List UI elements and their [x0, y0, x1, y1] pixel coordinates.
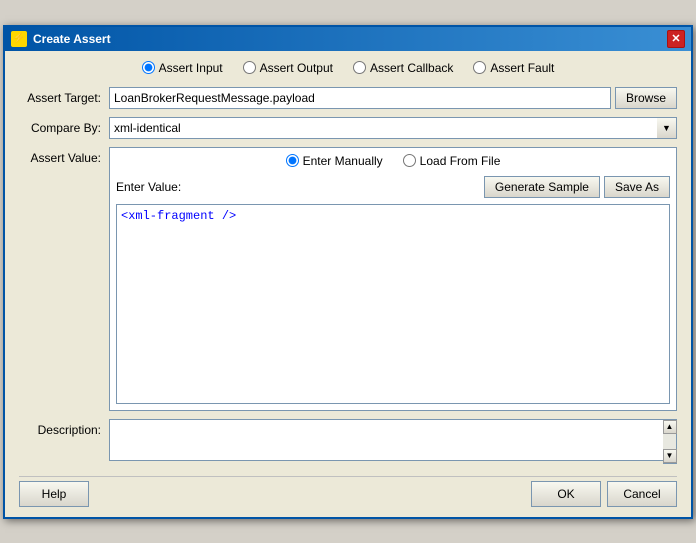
dialog-body: Assert Input Assert Output Assert Callba…	[5, 51, 691, 517]
compare-by-row: Compare By: xml-identical xml-equivalent…	[19, 117, 677, 139]
help-button[interactable]: Help	[19, 481, 89, 507]
enter-manually-label: Enter Manually	[303, 154, 383, 168]
description-section: Description: ▲ ▼	[19, 419, 677, 464]
browse-button[interactable]: Browse	[615, 87, 677, 109]
enter-value-row: Enter Value: Generate Sample Save As	[116, 176, 670, 198]
create-assert-dialog: ⚡ Create Assert ✕ Assert Input Assert Ou…	[3, 25, 693, 519]
dialog-title: Create Assert	[33, 32, 111, 46]
assert-value-label: Assert Value:	[19, 147, 109, 411]
assert-callback-radio[interactable]	[353, 61, 366, 74]
assert-output-radio[interactable]	[243, 61, 256, 74]
title-bar: ⚡ Create Assert ✕	[5, 27, 691, 51]
assert-fault-radio[interactable]	[473, 61, 486, 74]
assert-type-radios: Assert Input Assert Output Assert Callba…	[19, 61, 677, 75]
dialog-icon: ⚡	[11, 31, 27, 47]
assert-target-input[interactable]	[109, 87, 611, 109]
load-from-file-option[interactable]: Load From File	[403, 154, 501, 168]
ok-button[interactable]: OK	[531, 481, 601, 507]
close-button[interactable]: ✕	[667, 30, 685, 48]
compare-by-wrapper: xml-identical xml-equivalent contains ex…	[109, 117, 677, 139]
assert-output-option[interactable]: Assert Output	[243, 61, 333, 75]
cancel-button[interactable]: Cancel	[607, 481, 677, 507]
assert-value-source-radios: Enter Manually Load From File	[116, 154, 670, 168]
enter-value-buttons: Generate Sample Save As	[484, 176, 670, 198]
assert-fault-label: Assert Fault	[490, 61, 554, 75]
description-label: Description:	[19, 419, 109, 437]
description-scrollbar: ▲ ▼	[663, 419, 677, 464]
footer-right-buttons: OK Cancel	[531, 481, 677, 507]
assert-input-label: Assert Input	[159, 61, 223, 75]
save-as-button[interactable]: Save As	[604, 176, 670, 198]
code-editor[interactable]: <xml-fragment />	[116, 204, 670, 404]
scroll-up-icon[interactable]: ▲	[663, 420, 677, 434]
compare-by-select[interactable]: xml-identical xml-equivalent contains ex…	[109, 117, 677, 139]
footer-row: Help OK Cancel	[19, 476, 677, 507]
assert-value-section: Assert Value: Enter Manually Load From F…	[19, 147, 677, 411]
description-wrapper: ▲ ▼	[109, 419, 677, 464]
assert-output-label: Assert Output	[260, 61, 333, 75]
assert-callback-label: Assert Callback	[370, 61, 453, 75]
enter-value-label: Enter Value:	[116, 180, 181, 194]
generate-sample-button[interactable]: Generate Sample	[484, 176, 600, 198]
scroll-down-icon[interactable]: ▼	[663, 449, 677, 463]
assert-input-radio[interactable]	[142, 61, 155, 74]
load-from-file-label: Load From File	[420, 154, 501, 168]
description-input[interactable]	[109, 419, 677, 461]
assert-callback-option[interactable]: Assert Callback	[353, 61, 453, 75]
assert-fault-option[interactable]: Assert Fault	[473, 61, 554, 75]
title-bar-left: ⚡ Create Assert	[11, 31, 111, 47]
scroll-track	[663, 434, 676, 449]
xml-content: <xml-fragment />	[121, 209, 236, 223]
assert-target-row: Assert Target: Browse	[19, 87, 677, 109]
assert-target-label: Assert Target:	[19, 91, 109, 105]
assert-input-option[interactable]: Assert Input	[142, 61, 223, 75]
enter-manually-option[interactable]: Enter Manually	[286, 154, 383, 168]
compare-by-label: Compare By:	[19, 121, 109, 135]
enter-manually-radio[interactable]	[286, 154, 299, 167]
assert-target-controls: Browse	[109, 87, 677, 109]
load-from-file-radio[interactable]	[403, 154, 416, 167]
assert-value-content: Enter Manually Load From File Enter Valu…	[109, 147, 677, 411]
